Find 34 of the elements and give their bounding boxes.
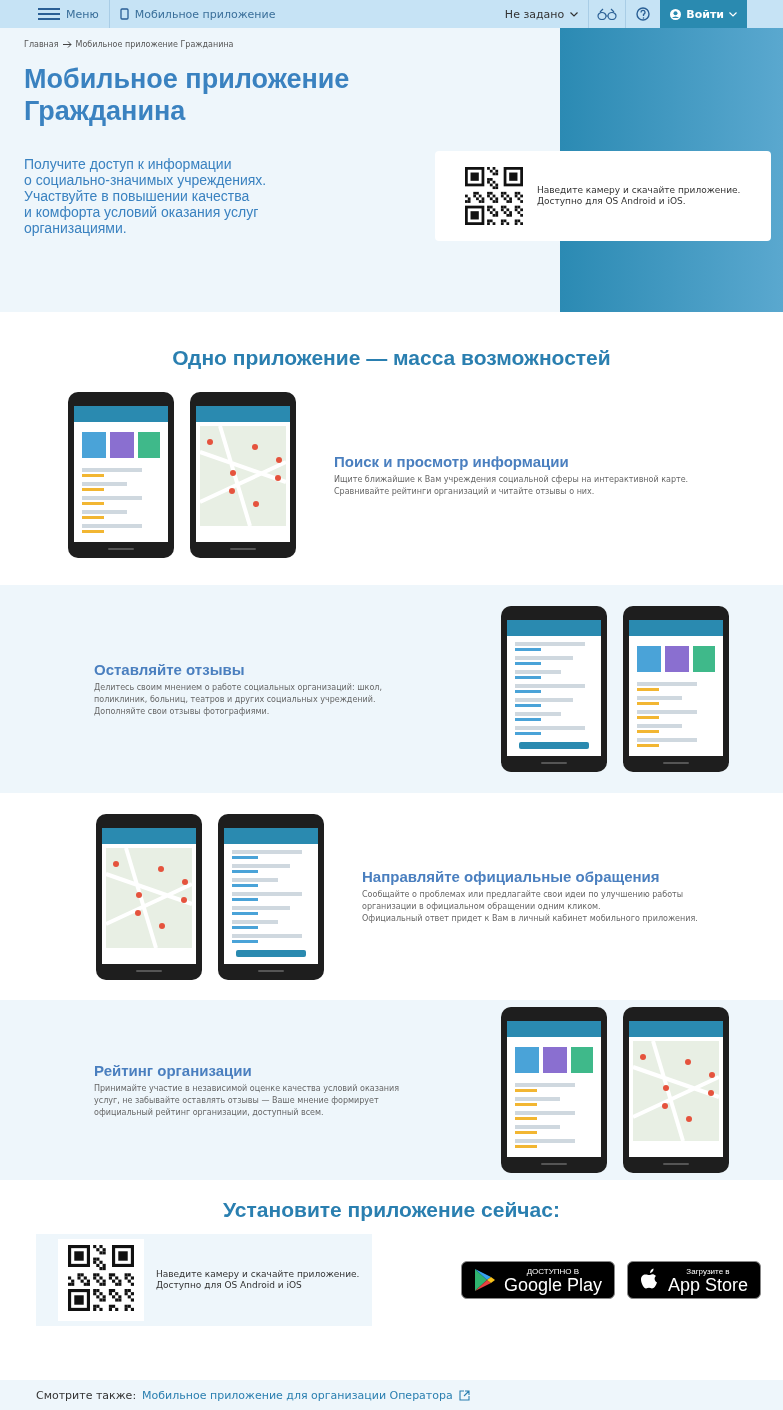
feature-title: Направляйте официальные обращения: [362, 868, 661, 885]
qr-caption: Наведите камеру и скачайте приложение. Доступно для OS Android и iOS.: [537, 185, 741, 207]
install-heading: Установите приложение сейчас:: [222, 1198, 561, 1222]
feature-description: Делитесь своим мнением о работе социальных организаций: школ, поликлиник, больниц, театров и других социальных учреждений. Дополняйте свои отзывы фотографиями.: [94, 681, 382, 718]
feature-description: Сообщайте о проблемах или предлагайте свои идеи по улучшению работы организации в официальном обращении одним кликом. Официальный ответ придет к Вам в личный кабинет мобильного приложения.: [362, 889, 698, 925]
arrow-icon: [62, 41, 72, 48]
external-link-icon[interactable]: [458, 1389, 470, 1401]
qr-caption: Наведите камеру и скачайте приложение. Доступно для OS Android и iOS: [156, 1269, 360, 1291]
feature-title: Рейтинг организации: [94, 1061, 253, 1079]
section-link[interactable]: Мобильное приложение: [109, 0, 286, 28]
feature-description: Принимайте участие в независимой оценке качества условий оказания услуг, не забывайте оставлять отзывы — Ваше мнение формирует официальный рейтинг организации, доступный всем.: [94, 1082, 400, 1119]
see-also-label: Смотрите также:: [36, 1388, 137, 1402]
qr-code-icon: [465, 167, 523, 225]
store-badge[interactable]: ДОСТУПНО В Google Play: [460, 1261, 615, 1299]
section-heading: Одно приложение — масса возможностей: [171, 346, 612, 370]
feature-title: Оставляйте отзывы: [94, 660, 246, 678]
store-badge[interactable]: Загрузите в App Store: [626, 1261, 761, 1299]
user-icon: [670, 8, 682, 20]
page-title: Мобильное приложение Гражданина: [24, 63, 351, 127]
feature-description: Ищите ближайшие к Вам учреждения социальной сферы на интерактивной карте. Сравнивайте рейтинги организаций и читайте отзывы о них.: [334, 473, 689, 498]
login-button[interactable]: Войти: [660, 0, 747, 28]
phone-icon: [119, 8, 129, 20]
chevron-down-icon: [570, 11, 579, 17]
breadcrumb-link[interactable]: Главная: [24, 40, 59, 49]
glasses-icon[interactable]: [597, 8, 618, 20]
breadcrumb-current: Мобильное приложение Гражданина: [75, 40, 234, 49]
qr-code-icon: [68, 1245, 134, 1311]
menu-icon: [38, 8, 60, 20]
help-icon[interactable]: [636, 7, 651, 21]
feature-title: Поиск и просмотр информации: [334, 452, 570, 470]
operator-app-link[interactable]: Мобильное приложение для организации Оператора: [142, 1388, 453, 1402]
chevron-down-icon: [729, 11, 737, 17]
intro-text: Получите доступ к информации о социально-значимых учреждениях. Участвуйте в повышении качества и комфорта условий оказания услуг организациями.: [24, 156, 267, 236]
play-triangle-icon: [473, 1268, 496, 1292]
